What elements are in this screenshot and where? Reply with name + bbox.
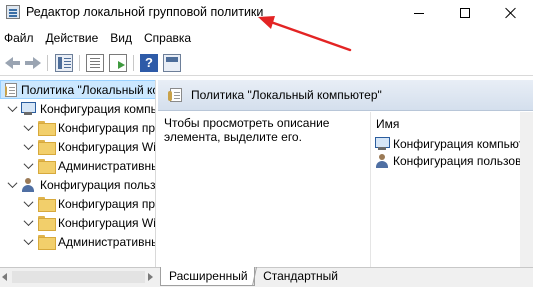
tree-item-admin-templates[interactable]: Административные шаблоны <box>38 156 156 175</box>
expand-chevron-icon[interactable] <box>8 104 17 113</box>
details-title: Политика "Локальный компьютер" <box>191 88 382 102</box>
minimize-icon <box>414 12 424 14</box>
tree-item-label: Административные шаблоны <box>58 158 156 173</box>
tree-item-label: Конфигурация Windows <box>58 215 156 230</box>
policy-icon <box>168 88 182 102</box>
description-text: Чтобы просмотреть описание элемента, выд… <box>164 116 330 144</box>
minimize-button[interactable] <box>396 0 442 26</box>
folder-icon <box>38 140 56 155</box>
tree-item-software-settings[interactable]: Конфигурация программ <box>38 194 156 213</box>
expand-chevron-icon[interactable] <box>24 142 33 151</box>
tree-item-label: Конфигурация компьютера <box>40 101 156 116</box>
expand-chevron-icon[interactable] <box>8 180 17 189</box>
list-item-user-config[interactable]: Конфигурация пользователя <box>374 153 533 169</box>
forward-icon[interactable] <box>24 54 42 72</box>
window-title: Редактор локальной групповой политики <box>26 5 264 19</box>
export-list-icon[interactable] <box>109 54 127 72</box>
close-icon <box>505 7 517 19</box>
folder-icon <box>38 159 56 174</box>
vertical-scrollbar[interactable] <box>520 112 533 267</box>
policy-icon <box>5 82 17 97</box>
details-pane: Политика "Локальный компьютер" Чтобы про… <box>158 80 533 267</box>
tree-root-label: Политика "Локальный компьютер" <box>21 82 155 97</box>
tree-item-label: Конфигурация Windows <box>58 139 156 154</box>
list-item-label: Конфигурация компьютера <box>393 137 533 151</box>
console-tree: Политика "Локальный компьютер" Конфигура… <box>0 80 156 267</box>
close-button[interactable] <box>488 0 533 26</box>
view-tabs-bar: Расширенный Стандартный <box>0 267 533 287</box>
tab-standard[interactable]: Стандартный <box>251 267 346 286</box>
column-header-name[interactable]: Имя <box>376 117 399 131</box>
title-bar: Редактор локальной групповой политики <box>0 0 533 26</box>
tree-item-windows-settings[interactable]: Конфигурация Windows <box>38 213 156 232</box>
details-header: Политика "Локальный компьютер" <box>158 80 533 111</box>
tree-item-label: Конфигурация программ <box>58 120 156 135</box>
tab-standard-label: Стандартный <box>263 269 338 283</box>
tree-item-label: Административные шаблоны <box>58 234 156 249</box>
horizontal-scrollbar[interactable] <box>12 271 145 283</box>
folder-icon <box>38 121 56 136</box>
gpedit-app-icon <box>6 5 20 19</box>
tree-item-windows-settings[interactable]: Конфигурация Windows <box>38 137 156 156</box>
expand-chevron-icon[interactable] <box>24 199 33 208</box>
folder-icon <box>38 235 56 250</box>
tree-item-computer-config[interactable]: Конфигурация компьютера <box>20 99 156 118</box>
properties-icon[interactable] <box>86 54 104 72</box>
column-divider <box>370 112 371 267</box>
scroll-left-icon[interactable] <box>2 273 7 281</box>
toolbar-separator <box>79 55 80 71</box>
menu-view[interactable]: Вид <box>104 29 138 49</box>
view-icon[interactable] <box>163 54 181 72</box>
help-icon[interactable]: ? <box>140 54 158 72</box>
tree-item-user-config[interactable]: Конфигурация пользователя <box>20 175 156 194</box>
folder-icon <box>38 197 56 212</box>
user-icon <box>20 177 36 192</box>
tree-item-label: Конфигурация программ <box>58 196 156 211</box>
expand-chevron-icon[interactable] <box>24 218 33 227</box>
tree-item-software-settings[interactable]: Конфигурация программ <box>38 118 156 137</box>
menu-help[interactable]: Справка <box>138 29 197 49</box>
tree-item-admin-templates[interactable]: Административные шаблоны <box>38 232 156 251</box>
list-item-computer-config[interactable]: Конфигурация компьютера <box>374 136 533 152</box>
computer-icon <box>20 101 36 116</box>
tree-item-label: Конфигурация пользователя <box>40 177 156 192</box>
scroll-right-icon[interactable] <box>148 273 153 281</box>
expand-chevron-icon[interactable] <box>24 161 33 170</box>
menu-action[interactable]: Действие <box>40 29 105 49</box>
tree-root[interactable]: Политика "Локальный компьютер" <box>5 80 155 99</box>
menu-file[interactable]: Файл <box>0 29 40 49</box>
toolbar-separator <box>133 55 134 71</box>
back-icon[interactable] <box>3 54 21 72</box>
expand-chevron-icon[interactable] <box>24 123 33 132</box>
tab-extended[interactable]: Расширенный <box>160 267 255 286</box>
maximize-button[interactable] <box>442 0 488 26</box>
computer-icon <box>374 137 390 151</box>
expand-chevron-icon[interactable] <box>24 237 33 246</box>
toolbar-separator <box>47 55 48 71</box>
menu-bar: Файл Действие Вид Справка <box>0 29 197 49</box>
toolbar: ? <box>0 50 533 76</box>
folder-icon <box>38 216 56 231</box>
list-item-label: Конфигурация пользователя <box>393 154 533 168</box>
show-console-tree-icon[interactable] <box>55 54 73 72</box>
user-icon <box>374 154 390 168</box>
maximize-icon <box>460 8 470 18</box>
